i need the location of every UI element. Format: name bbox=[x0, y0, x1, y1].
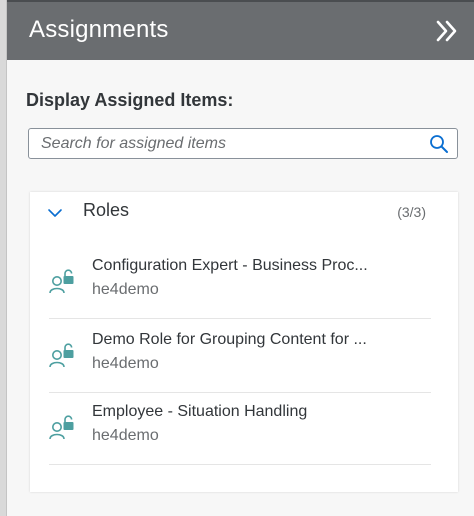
double-chevron-right-icon bbox=[436, 20, 457, 42]
item-title: Employee - Situation Handling bbox=[92, 403, 308, 420]
search-icon[interactable] bbox=[429, 134, 449, 154]
role-user-lock-icon bbox=[49, 343, 74, 368]
item-title: Configuration Expert - Business Proc... bbox=[92, 257, 368, 274]
roles-panel-title: Roles bbox=[83, 200, 130, 220]
roles-panel: Roles (3/3) Configuration Expert - Busin… bbox=[30, 192, 458, 492]
assignments-content: Display Assigned Items: Roles (3/3) Conf… bbox=[7, 60, 474, 516]
search-input[interactable] bbox=[29, 129, 425, 158]
list-item[interactable]: Demo Role for Grouping Content for ... h… bbox=[49, 321, 431, 393]
item-description: he4demo bbox=[92, 427, 159, 444]
item-title: Demo Role for Grouping Content for ... bbox=[92, 331, 367, 348]
list-item[interactable]: Employee - Situation Handling he4demo bbox=[49, 393, 431, 465]
role-user-lock-icon bbox=[49, 269, 74, 294]
role-user-lock-icon bbox=[49, 415, 74, 440]
page-title: Assignments bbox=[29, 16, 169, 43]
item-description: he4demo bbox=[92, 281, 159, 298]
display-assigned-items-label: Display Assigned Items: bbox=[26, 90, 234, 110]
item-description: he4demo bbox=[92, 355, 159, 372]
roles-count: (3/3) bbox=[397, 204, 426, 220]
assignments-header: Assignments bbox=[7, 0, 474, 60]
roles-panel-header[interactable]: Roles (3/3) bbox=[30, 192, 458, 232]
list-item[interactable]: Configuration Expert - Business Proc... … bbox=[49, 247, 431, 319]
left-panel-edge bbox=[0, 0, 7, 516]
chevron-down-icon[interactable] bbox=[47, 207, 63, 219]
collapse-button[interactable] bbox=[434, 18, 460, 44]
search-field[interactable] bbox=[28, 128, 458, 159]
